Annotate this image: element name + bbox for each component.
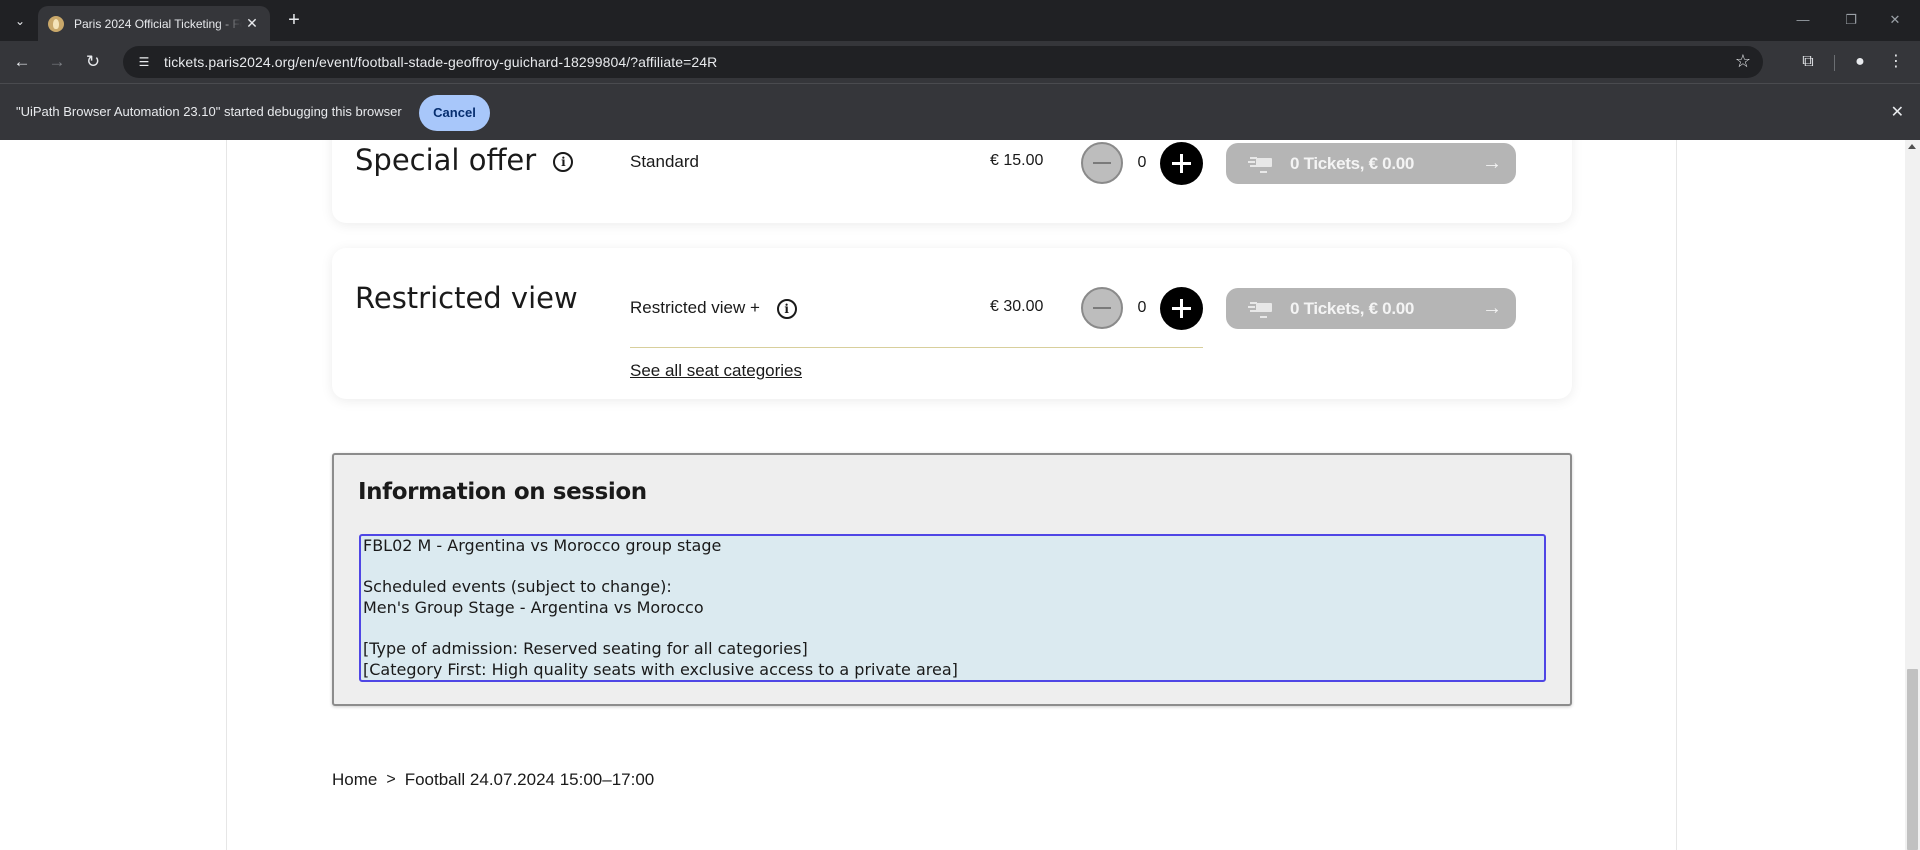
menu-icon[interactable]: ⋮ — [1884, 50, 1908, 74]
info-icon[interactable]: i — [776, 298, 797, 319]
page-scrollbar[interactable] — [1905, 140, 1920, 850]
arrow-right-icon: → — [1482, 297, 1502, 319]
session-line: [Type of admission: Reserved seating for… — [363, 639, 808, 659]
close-icon[interactable]: ✕ — [244, 15, 260, 32]
session-line: Scheduled events (subject to change): — [363, 577, 672, 597]
restore-icon[interactable]: ❐ — [1836, 8, 1866, 32]
increase-quantity-button[interactable] — [1160, 142, 1203, 185]
session-line: FBL02 M - Argentina vs Morocco group sta… — [363, 536, 722, 555]
browser-tab[interactable]: Paris 2024 Official Ticketing - Football… — [38, 6, 270, 41]
paris2024-favicon — [48, 15, 64, 32]
arrow-right-icon: → — [1482, 152, 1502, 174]
breadcrumb-current: Football 24.07.2024 15:00–17:00 — [404, 770, 655, 789]
offer-title-wrap: Special offer i — [355, 143, 574, 177]
site-info-icon[interactable]: ☰ — [135, 53, 153, 71]
tab-strip: ⌄ Paris 2024 Official Ticketing - Footba… — [0, 0, 1920, 41]
ticket-category-name: Restricted view + — [630, 298, 760, 317]
toolbar-separator — [1834, 55, 1835, 71]
cart-icon — [1248, 154, 1278, 174]
debugging-infobar: "UiPath Browser Automation 23.10" starte… — [0, 83, 1920, 140]
add-to-cart-label: 0 Tickets, € 0.00 — [1290, 298, 1415, 318]
offer-card-restricted: Restricted view Restricted view + i € 30… — [332, 248, 1572, 399]
ticket-price: € 15.00 — [990, 152, 1044, 169]
session-line: Men's Group Stage - Argentina vs Morocco — [363, 598, 704, 618]
divider — [630, 347, 1203, 348]
browser-toolbar: ← → ↻ ☰ tickets.paris2024.org/en/event/f… — [0, 41, 1920, 83]
decrease-quantity-button[interactable] — [1081, 142, 1123, 184]
scrollbar-thumb[interactable] — [1907, 669, 1918, 850]
add-to-cart-label: 0 Tickets, € 0.00 — [1290, 153, 1415, 173]
scroll-up-arrow-icon[interactable] — [1908, 144, 1916, 149]
breadcrumb-separator: > — [386, 771, 396, 788]
cancel-debugging-button[interactable]: Cancel — [419, 95, 490, 131]
add-to-cart-button[interactable]: 0 Tickets, € 0.00 → — [1226, 288, 1516, 329]
profile-icon[interactable]: ● — [1848, 50, 1872, 74]
page-viewport: Special offer i Standard € 15.00 0 0 Tic… — [0, 140, 1920, 850]
breadcrumb-home-link[interactable]: Home — [332, 770, 377, 790]
info-icon[interactable]: i — [553, 152, 574, 172]
add-to-cart-button[interactable]: 0 Tickets, € 0.00 → — [1226, 143, 1516, 184]
session-info-text[interactable]: FBL02 M - Argentina vs Morocco group sta… — [359, 534, 1546, 682]
offer-card-special: Special offer i Standard € 15.00 0 0 Tic… — [332, 140, 1572, 223]
quantity-value: 0 — [1137, 154, 1147, 171]
new-tab-button[interactable]: + — [281, 8, 307, 34]
breadcrumb: Home > Football 24.07.2024 15:00–17:00 — [332, 770, 654, 790]
window-close-icon[interactable]: ✕ — [1880, 8, 1910, 32]
minimize-icon[interactable]: — — [1788, 8, 1818, 32]
reload-icon[interactable]: ↻ — [80, 49, 106, 75]
tab-search-icon[interactable]: ⌄ — [8, 9, 32, 33]
tab-title: Paris 2024 Official Ticketing - Football — [74, 16, 242, 31]
quantity-value: 0 — [1137, 299, 1147, 316]
decrease-quantity-button[interactable] — [1081, 287, 1123, 329]
increase-quantity-button[interactable] — [1160, 287, 1203, 330]
session-line: [Category First: High quality seats with… — [363, 660, 958, 680]
forward-icon[interactable]: → — [44, 49, 70, 75]
infobar-message: "UiPath Browser Automation 23.10" starte… — [16, 104, 402, 119]
back-icon[interactable]: ← — [9, 49, 35, 75]
ticket-category-name: Standard — [630, 152, 699, 171]
url-text[interactable]: tickets.paris2024.org/en/event/football-… — [164, 54, 717, 70]
extensions-icon[interactable]: ⧉ — [1796, 50, 1820, 74]
session-info-title: Information on session — [358, 479, 647, 505]
ticket-price: € 30.00 — [990, 298, 1044, 315]
ticket-category-row: Restricted view + i — [630, 298, 797, 319]
cart-icon — [1248, 299, 1278, 319]
session-info-panel: Information on session FBL02 M - Argenti… — [332, 453, 1572, 706]
see-all-seat-categories-link[interactable]: See all seat categories — [630, 361, 802, 381]
offer-title: Special offer — [355, 143, 537, 177]
address-bar[interactable]: ☰ tickets.paris2024.org/en/event/footbal… — [123, 46, 1763, 78]
offer-title: Restricted view — [355, 281, 578, 315]
bookmark-star-icon[interactable]: ☆ — [1735, 51, 1751, 72]
infobar-close-icon[interactable]: ✕ — [1891, 102, 1904, 122]
